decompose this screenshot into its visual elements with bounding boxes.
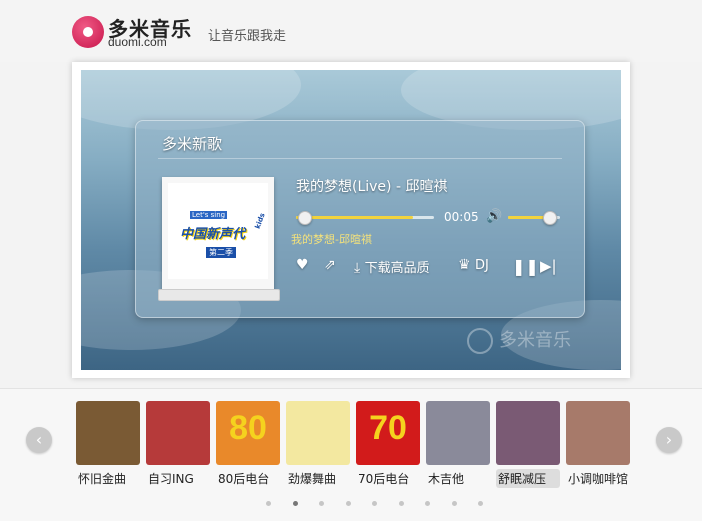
header: 多米音乐 duomi.com 让音乐跟我走 bbox=[0, 0, 702, 62]
channel-label: 怀旧金曲 bbox=[78, 472, 127, 486]
chevron-left-icon: ‹ bbox=[35, 430, 43, 449]
channel-item[interactable]: 木吉他 bbox=[426, 401, 490, 488]
channel-item[interactable]: 舒眠减压 bbox=[496, 401, 560, 488]
cover-sub-text: 第二季 bbox=[206, 247, 236, 258]
pager-dot[interactable] bbox=[266, 501, 271, 506]
channel-item[interactable]: 80 80后电台 bbox=[216, 401, 280, 488]
channel-item[interactable]: 小调咖啡馆 bbox=[566, 401, 630, 488]
channel-thumbnail bbox=[426, 401, 490, 465]
cover-main-text: 中国新声代 bbox=[180, 227, 246, 242]
heart-icon: ♥ bbox=[296, 257, 309, 273]
next-button[interactable]: ▶| bbox=[540, 257, 557, 275]
sky-background: 多米新歌 Let's sing 中国新声代 第二季 kids 我的梦想(Live… bbox=[81, 70, 621, 370]
player-stage: 多米新歌 Let's sing 中国新声代 第二季 kids 我的梦想(Live… bbox=[72, 62, 630, 378]
channel-badge: 80 bbox=[229, 409, 267, 447]
volume-icon[interactable]: 🔊 bbox=[486, 209, 502, 224]
cover-top-text: Let's sing bbox=[190, 211, 228, 219]
progress-fill bbox=[296, 216, 414, 219]
next-icon: ▶| bbox=[540, 257, 557, 275]
duomi-logo-icon bbox=[72, 16, 104, 48]
watermark-logo-icon bbox=[467, 328, 493, 354]
channel-thumbnail bbox=[146, 401, 210, 465]
channel-label: 劲爆舞曲 bbox=[288, 472, 337, 486]
channel-thumbnail bbox=[76, 401, 140, 465]
crown-icon: ♛ bbox=[458, 257, 471, 273]
player-panel: 多米新歌 Let's sing 中国新声代 第二季 kids 我的梦想(Live… bbox=[135, 120, 585, 318]
elapsed-time: 00:05 bbox=[444, 210, 479, 224]
like-button[interactable]: ♥ bbox=[296, 257, 309, 273]
channel-item[interactable]: 自习ING bbox=[146, 401, 210, 488]
pause-icon: ❚❚ bbox=[512, 257, 539, 276]
volume-knob[interactable] bbox=[542, 211, 557, 225]
channel-label: 小调咖啡馆 bbox=[568, 472, 629, 486]
channel-label: 舒眠减压 bbox=[496, 469, 560, 488]
song-title: 我的梦想(Live) - 邱暄祺 bbox=[296, 179, 448, 195]
album-tray bbox=[158, 289, 280, 301]
share-button[interactable]: ⇗ bbox=[324, 257, 336, 273]
volume-slider[interactable] bbox=[508, 211, 560, 225]
channel-thumbnail: 80 bbox=[216, 401, 280, 465]
divider bbox=[158, 158, 562, 159]
chevron-right-icon: › bbox=[665, 430, 673, 449]
channel-label: 80后电台 bbox=[218, 472, 270, 486]
album-cover[interactable]: Let's sing 中国新声代 第二季 kids bbox=[158, 177, 280, 301]
channel-thumbnail: 70 bbox=[356, 401, 420, 465]
channel-carousel: ‹ 怀旧金曲 自习ING 80 80后电台 劲爆舞曲 70 70后电台 木吉他 舒眠减压 小调咖啡… bbox=[0, 388, 702, 521]
lyric-line: 我的梦想-邱暄祺 bbox=[291, 233, 372, 246]
logo-text-en: duomi.com bbox=[108, 35, 167, 49]
pager-dot[interactable] bbox=[398, 501, 404, 506]
pager-dot[interactable] bbox=[451, 501, 457, 506]
cover-side-text: kids bbox=[253, 212, 267, 230]
pager-dot[interactable] bbox=[478, 501, 483, 506]
share-icon: ⇗ bbox=[324, 257, 336, 273]
next-arrow-button[interactable]: › bbox=[656, 427, 682, 453]
channel-item[interactable]: 劲爆舞曲 bbox=[286, 401, 350, 488]
channel-badge: 70 bbox=[369, 409, 407, 447]
dj-button[interactable]: ♛ DJ bbox=[458, 257, 489, 273]
channel-label: 自习ING bbox=[148, 472, 194, 486]
progress-knob[interactable] bbox=[298, 211, 312, 225]
prev-arrow-button[interactable]: ‹ bbox=[26, 427, 52, 453]
download-label: 下载高品质 bbox=[364, 261, 430, 276]
channel-item[interactable]: 怀旧金曲 bbox=[76, 401, 140, 488]
watermark: 多米音乐 bbox=[467, 326, 571, 354]
slogan: 让音乐跟我走 bbox=[208, 29, 287, 44]
pager-dot[interactable] bbox=[425, 501, 430, 506]
channel-thumbnail bbox=[566, 401, 630, 465]
progress-bar[interactable] bbox=[296, 211, 434, 225]
pager-dot[interactable] bbox=[292, 501, 298, 506]
duomi-logo[interactable]: 多米音乐 duomi.com bbox=[72, 14, 197, 50]
channel-label: 70后电台 bbox=[358, 472, 410, 486]
channel-thumbnail bbox=[286, 401, 350, 465]
player-title: 多米新歌 bbox=[162, 135, 223, 153]
channel-thumbnail bbox=[496, 401, 560, 465]
download-icon: ⤓ bbox=[354, 260, 361, 276]
pager-dot[interactable] bbox=[345, 501, 351, 506]
dj-label: DJ bbox=[475, 258, 489, 273]
channel-item[interactable]: 70 70后电台 bbox=[356, 401, 420, 488]
watermark-text: 多米音乐 bbox=[499, 330, 571, 351]
pause-button[interactable]: ❚❚ bbox=[512, 257, 539, 276]
channel-label: 木吉他 bbox=[428, 472, 465, 486]
pager-dot[interactable] bbox=[372, 501, 377, 506]
download-button[interactable]: ⤓ 下载高品质 bbox=[354, 257, 430, 276]
pager-dot[interactable] bbox=[319, 501, 324, 506]
album-art: Let's sing 中国新声代 第二季 kids bbox=[168, 183, 268, 279]
